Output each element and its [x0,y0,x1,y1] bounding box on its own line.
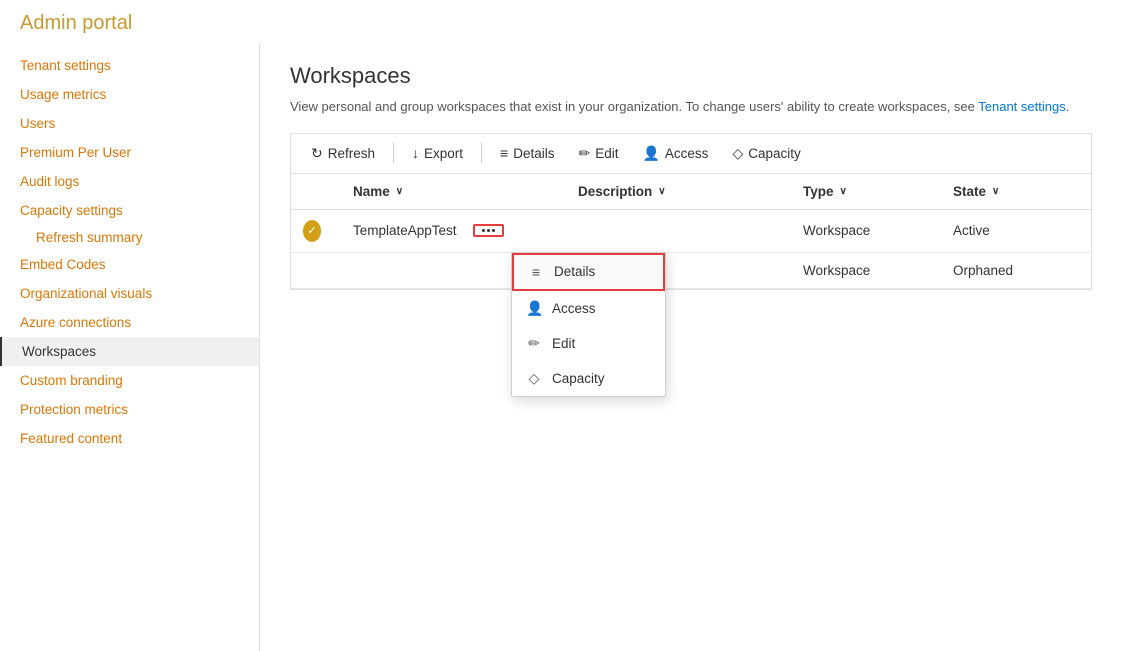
row1-context-menu-trigger[interactable] [473,224,504,237]
sidebar-item-users[interactable]: Users [0,109,259,138]
tenant-settings-link[interactable]: Tenant settings [978,99,1065,114]
workspaces-table: Name ∨ Description ∨ Type ∨ State ∨ [290,173,1092,290]
table-header-description[interactable]: Description ∨ [566,174,791,209]
sidebar-item-embed-codes[interactable]: Embed Codes [0,250,259,279]
context-menu-item-capacity[interactable]: ◇ Capacity [512,361,665,396]
access-menu-icon: 👤 [526,300,542,317]
sidebar-item-usage-metrics[interactable]: Usage metrics [0,80,259,109]
access-icon: 👤 [642,145,659,162]
table-header-type[interactable]: Type ∨ [791,174,941,209]
row2-state-cell: Orphaned [941,253,1091,288]
sidebar-item-custom-branding[interactable]: Custom branding [0,366,259,395]
details-icon: ≡ [500,145,508,161]
details-button[interactable]: ≡ Details [490,140,564,166]
main-layout: Tenant settings Usage metrics Users Prem… [0,43,1122,651]
capacity-button[interactable]: ◇ Capacity [722,140,810,167]
row1-state-cell: Active [941,210,1091,252]
row2-icon-cell [291,253,341,288]
sidebar-item-tenant-settings[interactable]: Tenant settings [0,51,259,80]
edit-button[interactable]: ✏ Edit [568,140,628,167]
dot2 [487,229,490,232]
sidebar-item-featured-content[interactable]: Featured content [0,424,259,453]
row1-type-cell: Workspace [791,210,941,252]
refresh-button[interactable]: ↻ Refresh [301,140,385,167]
context-menu-item-access[interactable]: 👤 Access [512,291,665,326]
context-menu-item-edit[interactable]: ✏ Edit [512,326,665,361]
description-sort-icon: ∨ [658,186,665,197]
sidebar-item-azure-connections[interactable]: Azure connections [0,308,259,337]
table-header-checkbox [291,174,341,209]
toolbar-separator-2 [481,143,482,163]
context-menu: ≡ Details 👤 Access ✏ Edit ◇ Capacity [511,252,666,397]
state-sort-icon: ∨ [992,186,999,197]
capacity-icon: ◇ [732,145,743,162]
table-header-name[interactable]: Name ∨ [341,174,566,209]
sidebar-item-refresh-summary[interactable]: Refresh summary [0,225,259,250]
type-sort-icon: ∨ [840,186,847,197]
row1-icon-cell: ✓ [291,210,341,252]
context-menu-item-details[interactable]: ≡ Details [512,253,665,291]
toolbar: ↻ Refresh ↓ Export ≡ Details ✏ Edit 👤 Ac… [290,133,1092,173]
page-title: Workspaces [290,63,1092,89]
workspace-status-icon: ✓ [303,220,321,242]
details-menu-icon: ≡ [528,264,544,280]
table-header-state[interactable]: State ∨ [941,174,1091,209]
capacity-menu-icon: ◇ [526,370,542,387]
row2-type-cell: Workspace [791,253,941,288]
row1-name-cell: TemplateAppTest [341,210,566,252]
edit-menu-icon: ✏ [526,335,542,352]
dot3 [492,229,495,232]
sidebar-item-workspaces[interactable]: Workspaces [0,337,259,366]
sidebar-item-capacity-settings[interactable]: Capacity settings [0,196,259,225]
table-row: Workspace Orphaned [291,253,1091,289]
sidebar: Tenant settings Usage metrics Users Prem… [0,43,260,651]
export-button[interactable]: ↓ Export [402,140,473,166]
refresh-icon: ↻ [311,145,323,162]
sidebar-item-audit-logs[interactable]: Audit logs [0,167,259,196]
sidebar-item-protection-metrics[interactable]: Protection metrics [0,395,259,424]
row1-desc-cell [566,210,791,252]
table-row: ✓ TemplateAppTest Workspace Active [291,210,1091,253]
dot1 [482,229,485,232]
name-sort-icon: ∨ [396,186,403,197]
export-icon: ↓ [412,145,419,161]
app-header: Admin portal [0,0,1122,43]
sidebar-item-organizational-visuals[interactable]: Organizational visuals [0,279,259,308]
edit-icon: ✏ [578,145,590,162]
access-button[interactable]: 👤 Access [632,140,718,167]
sidebar-item-premium-per-user[interactable]: Premium Per User [0,138,259,167]
app-title: Admin portal [20,12,132,34]
toolbar-separator-1 [393,143,394,163]
page-description: View personal and group workspaces that … [290,97,1092,117]
table-header: Name ∨ Description ∨ Type ∨ State ∨ [291,174,1091,210]
main-content: Workspaces View personal and group works… [260,43,1122,651]
